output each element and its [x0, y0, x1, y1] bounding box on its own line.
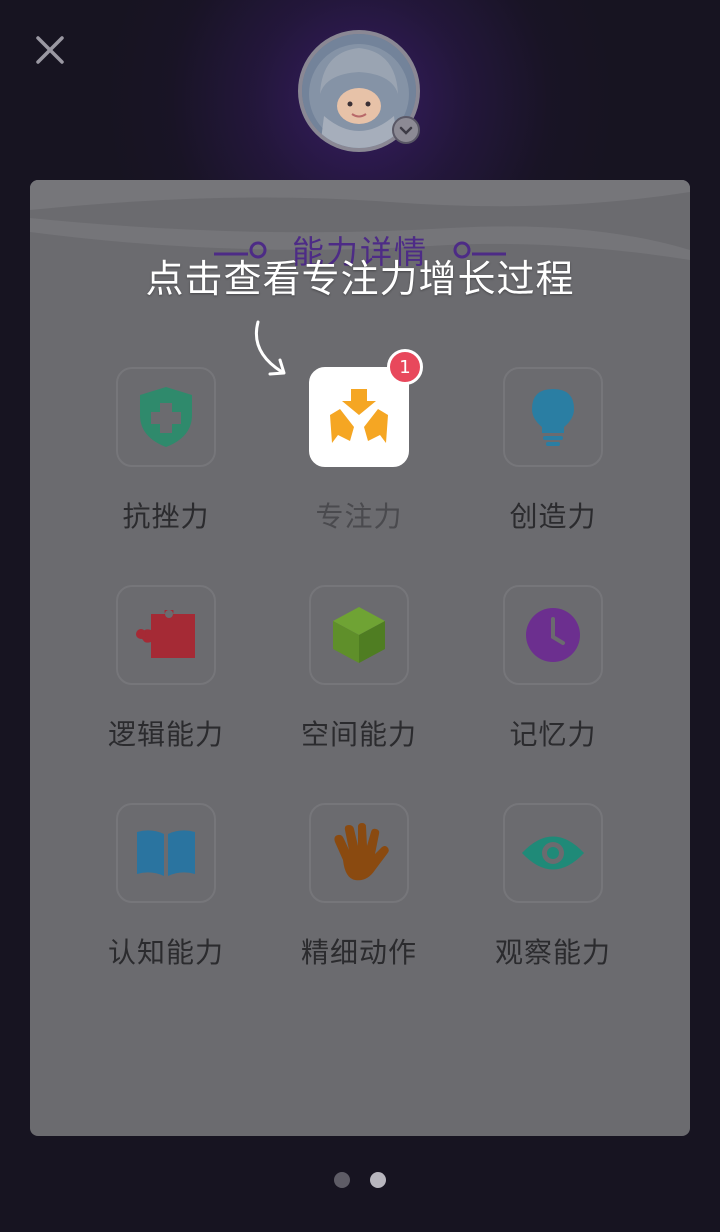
- ability-item-cognition[interactable]: 认知能力: [71, 803, 261, 993]
- close-icon: [36, 36, 64, 64]
- ability-icon-box[interactable]: [309, 803, 409, 903]
- avatar-container[interactable]: [298, 30, 420, 152]
- avatar-badge[interactable]: [392, 116, 420, 144]
- cube-icon: [333, 607, 385, 663]
- hand-icon: [334, 823, 389, 881]
- ability-label: 精细动作: [300, 936, 417, 969]
- ability-icon-box[interactable]: [116, 803, 216, 903]
- ability-label: 认知能力: [107, 936, 224, 969]
- page-dot-2[interactable]: [370, 1172, 386, 1188]
- lightbulb-icon: [532, 389, 574, 446]
- ability-item-spatial[interactable]: 空间能力: [264, 585, 454, 775]
- ability-item-creativity[interactable]: 创造力: [458, 367, 648, 557]
- chevron-down-icon: [399, 126, 413, 135]
- notification-badge: 1: [387, 349, 423, 385]
- ability-item-focus[interactable]: 1 专注力: [264, 349, 454, 557]
- ability-label: 记忆力: [509, 718, 597, 751]
- ability-label: 空间能力: [300, 718, 417, 751]
- ability-icon-box[interactable]: [309, 585, 409, 685]
- ability-icon-box[interactable]: [503, 367, 603, 467]
- ability-icon-box[interactable]: [503, 585, 603, 685]
- ability-icon-box-active[interactable]: 1: [309, 349, 423, 467]
- ability-label: 专注力: [315, 500, 403, 533]
- ability-item-resilience[interactable]: 抗挫力: [71, 367, 261, 557]
- ability-item-logic[interactable]: 逻辑能力: [71, 585, 261, 775]
- ability-icon-box[interactable]: [116, 367, 216, 467]
- book-icon: [137, 830, 195, 876]
- ability-icon-box[interactable]: [503, 803, 603, 903]
- page-dot-1[interactable]: [334, 1172, 350, 1188]
- ability-item-fine-motor[interactable]: 精细动作: [264, 803, 454, 993]
- close-button[interactable]: [22, 22, 78, 78]
- hint-text: 点击查看专注力增长过程: [145, 257, 575, 301]
- ability-icon-box[interactable]: [116, 585, 216, 685]
- ability-item-memory[interactable]: 记忆力: [458, 585, 648, 775]
- page-indicator: [0, 1172, 720, 1188]
- ability-label: 观察能力: [494, 936, 611, 969]
- clock-icon: [526, 608, 580, 662]
- puzzle-icon: [136, 610, 195, 658]
- ability-label: 抗挫力: [122, 500, 210, 533]
- shield-plus-icon: [140, 387, 192, 447]
- ability-label: 创造力: [509, 500, 597, 533]
- ability-item-observation[interactable]: 观察能力: [458, 803, 648, 993]
- eye-icon: [522, 836, 584, 870]
- ability-label: 逻辑能力: [107, 718, 224, 751]
- focus-arrows-icon: [330, 389, 388, 443]
